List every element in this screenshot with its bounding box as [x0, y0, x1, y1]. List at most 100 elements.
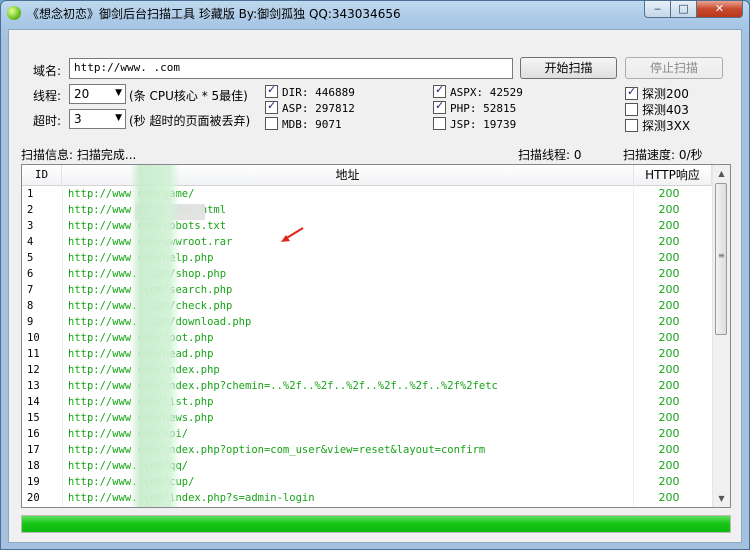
row-http-code: 200 — [658, 491, 680, 504]
vertical-scrollbar[interactable]: ▲ ≡ ▼ — [712, 165, 730, 507]
row-url: http://www. com/index.php?s=admin-login — [68, 492, 315, 504]
dict-aspx-checkbox[interactable]: ASPX: 42529 — [433, 83, 523, 99]
row-http-code: 200 — [658, 267, 680, 280]
row-http-code: 200 — [658, 475, 680, 488]
threads-value: 20 — [74, 87, 90, 101]
scroll-up-icon[interactable]: ▲ — [713, 165, 730, 182]
dict-name: PHP — [450, 102, 470, 115]
table-row[interactable]: 5http://www com/help.php200 — [22, 250, 712, 266]
row-id: 19 — [27, 476, 40, 488]
table-row[interactable]: 3 http://www com/robots.txt 200 — [22, 218, 712, 234]
row-id: 6 — [27, 268, 34, 280]
detect-403-checkbox[interactable]: 探测403 — [625, 101, 689, 118]
dict-count: 52815 — [483, 102, 517, 115]
table-row[interactable]: 1http://www com/game/200 — [22, 186, 712, 202]
column-header-http[interactable]: HTTP响应 — [634, 165, 712, 185]
scan-speed-value: 0/秒 — [678, 148, 703, 162]
detect-label: 探测200 — [642, 87, 689, 101]
dict-asp-checkbox[interactable]: ASP: 297812 — [265, 99, 355, 115]
timeout-select[interactable]: 3 ▼ — [69, 109, 126, 129]
app-icon — [7, 6, 21, 20]
row-id: 9 — [27, 316, 34, 328]
stop-scan-button[interactable]: 停止扫描 — [625, 57, 723, 79]
maximize-button[interactable]: □ — [670, 1, 697, 18]
scroll-thumb[interactable]: ≡ — [715, 183, 727, 335]
dict-php-checkbox[interactable]: PHP: 52815 — [433, 99, 517, 115]
table-row[interactable]: 18 http://www. com/qq/200 — [22, 458, 712, 474]
redaction-blur — [130, 165, 180, 507]
detect-3xx-checkbox[interactable]: 探测3XX — [625, 117, 690, 134]
table-row[interactable]: 14http://www com/list.php200 — [22, 394, 712, 410]
dict-name: DIR — [282, 86, 302, 99]
dict-count: 446889 — [315, 86, 355, 99]
table-row[interactable]: 9 http://www. .com/download.php 200 — [22, 314, 712, 330]
row-id: 10 — [27, 332, 40, 344]
row-http-code: 200 — [658, 443, 680, 456]
table-row[interactable]: 4 http://www com/wwwroot.rar 200 — [22, 234, 712, 250]
scan-speed-label: 扫描速度: — [623, 148, 676, 162]
table-row[interactable]: 20 http://www. com/index.php?s=admin-logi… — [22, 490, 712, 506]
table-row[interactable]: 2http://www com/index.html200 — [22, 202, 712, 218]
timeout-hint: (秒 超时的页面被丢弃) — [129, 114, 251, 128]
minimize-button[interactable]: ‒ — [644, 1, 671, 18]
checkbox-checked-icon — [433, 99, 446, 114]
scan-speed: 扫描速度: 0/秒 — [623, 146, 703, 163]
row-http-code: 200 — [658, 299, 680, 312]
close-icon: ✕ — [714, 2, 725, 15]
detect-200-checkbox[interactable]: 探测200 — [625, 85, 689, 102]
table-row[interactable]: 19http://www. com/cup/200 — [22, 474, 712, 490]
row-id: 17 — [27, 444, 40, 456]
table-row[interactable]: 6 http://www. .com/shop.php 200 — [22, 266, 712, 282]
dict-jsp-checkbox[interactable]: JSP: 19739 — [433, 117, 516, 131]
close-button[interactable]: ✕ — [696, 1, 743, 18]
timeout-label: 超时: — [33, 114, 62, 128]
scan-info-label: 扫描信息: — [21, 148, 74, 162]
dict-dir-checkbox[interactable]: DIR: 446889 — [265, 83, 355, 99]
table-row[interactable]: 15http://www com/news.php200 — [22, 410, 712, 426]
row-http-code: 200 — [658, 315, 680, 328]
dict-name: MDB — [282, 118, 302, 131]
detect-label: 探测3XX — [642, 119, 691, 133]
row-http-code: 200 — [658, 203, 680, 216]
scan-threads: 扫描线程: 0 — [518, 146, 582, 163]
table-row[interactable]: 17 http://www com/index.php?option=com_us… — [22, 442, 712, 458]
checkbox-checked-icon — [265, 99, 278, 114]
checkbox-unchecked-icon — [265, 117, 278, 130]
checkbox-checked-icon — [265, 83, 278, 98]
threads-hint: (条 CPU核心 * 5最佳) — [129, 89, 248, 103]
row-http-code: 200 — [658, 411, 680, 424]
row-id: 7 — [27, 284, 34, 296]
dict-count: 42529 — [489, 86, 523, 99]
results-list[interactable]: ID 地址 HTTP响应 1http://www com/game/2002ht… — [21, 164, 731, 508]
client-area: 域名: http://www. .com 开始扫描 停止扫描 线程: 20 ▼ … — [8, 29, 742, 543]
table-row[interactable]: 11http://www com/head.php200 — [22, 346, 712, 362]
checkbox-unchecked-icon — [625, 103, 638, 116]
table-row[interactable]: 8 http://www. .com/check.php 200 — [22, 298, 712, 314]
chevron-down-icon: ▼ — [115, 88, 122, 98]
list-header: ID 地址 HTTP响应 — [22, 165, 712, 186]
progress-bar — [21, 515, 731, 533]
table-row[interactable]: 13 http://www com/index.php?chemin=..%2f.… — [22, 378, 712, 394]
chevron-down-icon: ▼ — [115, 113, 122, 123]
title-bar[interactable]: 《想念初恋》御剑后台扫描工具 珍藏版 By:御剑孤独 QQ:343034656 … — [1, 1, 749, 25]
row-id: 8 — [27, 300, 34, 312]
table-row[interactable]: 10http://www com/foot.php200 — [22, 330, 712, 346]
table-row[interactable]: 12http://www com/index.php200 — [22, 362, 712, 378]
dict-name: ASPX — [450, 86, 477, 99]
table-row[interactable]: 16 http://www com/api/200 — [22, 426, 712, 442]
timeout-value: 3 — [74, 112, 82, 126]
column-header-id[interactable]: ID — [22, 165, 62, 185]
dict-name: JSP — [450, 118, 470, 131]
row-id: 20 — [27, 492, 40, 504]
table-row[interactable]: 7 http://www .com/search.php 200 — [22, 282, 712, 298]
threads-select[interactable]: 20 ▼ — [69, 84, 126, 104]
domain-input[interactable]: http://www. .com — [69, 58, 513, 79]
grip-icon: ≡ — [718, 251, 725, 260]
row-http-code: 200 — [658, 331, 680, 344]
start-scan-button[interactable]: 开始扫描 — [520, 57, 617, 79]
dict-mdb-checkbox[interactable]: MDB: 9071 — [265, 117, 342, 131]
checkbox-unchecked-icon — [625, 119, 638, 132]
scroll-down-icon[interactable]: ▼ — [713, 490, 730, 507]
row-id: 11 — [27, 348, 40, 360]
scan-info: 扫描信息: 扫描完成... — [21, 146, 136, 163]
